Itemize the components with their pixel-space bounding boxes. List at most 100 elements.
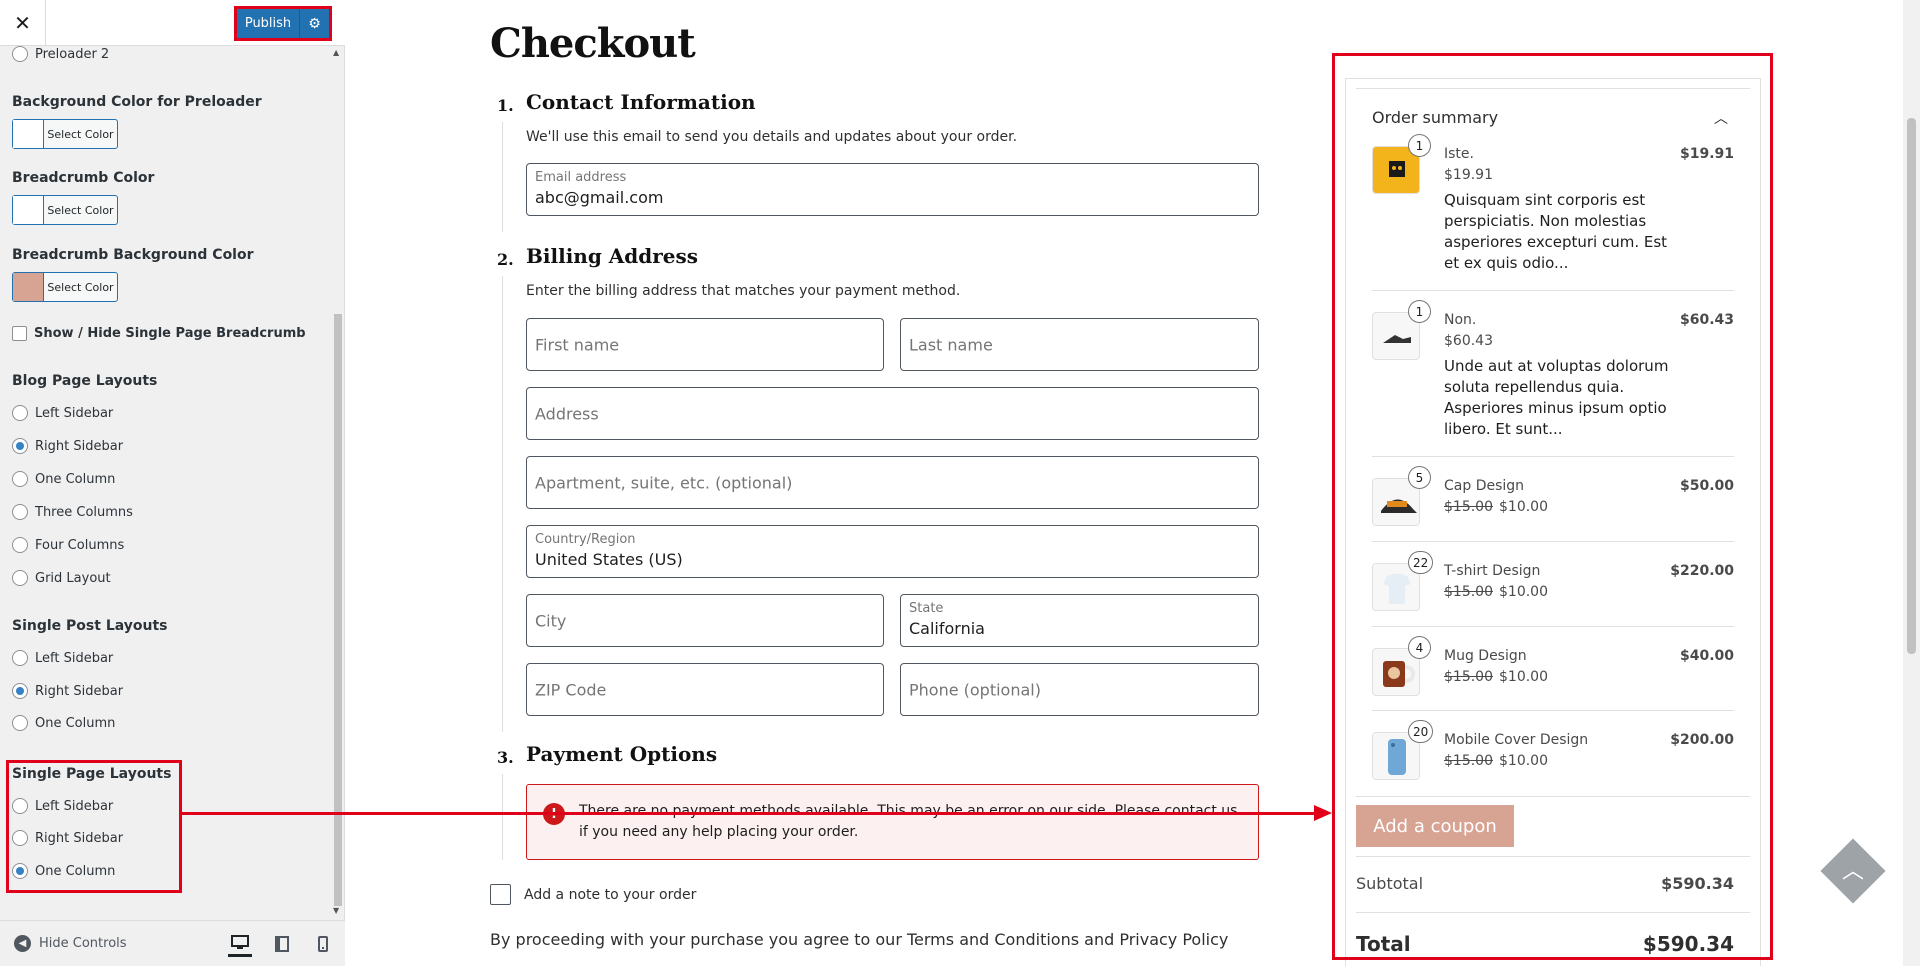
email-field[interactable]: Email address abc@gmail.com (526, 163, 1259, 216)
step-line (502, 276, 503, 732)
publish-group: Publish ⚙ (234, 6, 332, 41)
terms-text: By proceeding with your purchase you agr… (490, 930, 1229, 949)
layout-option[interactable]: One Column (12, 471, 115, 487)
radio-label: Right Sidebar (35, 683, 124, 699)
country-select[interactable]: Country/Region United States (US) (526, 525, 1259, 578)
annotation-arrow (182, 812, 1318, 815)
radio-button[interactable] (12, 405, 28, 421)
customizer-sidebar: ✕ Publish ⚙ Preloader 2 Background Color… (0, 0, 345, 966)
checkbox-label: Show / Hide Single Page Breadcrumb (34, 326, 306, 341)
scroll-up-arrow[interactable]: ▲ (333, 48, 339, 57)
country-value: United States (US) (535, 550, 683, 569)
radio-label: Grid Layout (35, 570, 111, 586)
apartment-placeholder: Apartment, suite, etc. (optional) (535, 473, 793, 492)
blog-layouts-title: Blog Page Layouts (12, 373, 158, 389)
post-layouts-title: Single Post Layouts (12, 618, 168, 634)
step-number: 3. (497, 748, 514, 767)
chevron-up-icon[interactable]: ︿ (1840, 856, 1866, 884)
device-mobile-button[interactable] (311, 931, 335, 957)
collapse-icon: ◀ (14, 935, 31, 952)
layout-option[interactable]: Right Sidebar (12, 438, 123, 454)
sidebar-scrollbar-thumb[interactable] (334, 314, 342, 906)
address-field[interactable]: Address (526, 387, 1259, 440)
highlight-order-summary (1332, 53, 1773, 960)
layout-option[interactable]: Left Sidebar (12, 650, 113, 666)
bg-preloader-title: Background Color for Preloader (12, 94, 262, 110)
radio-button[interactable] (12, 504, 28, 520)
device-tablet-button[interactable] (270, 931, 294, 957)
zip-field[interactable]: ZIP Code (526, 663, 884, 716)
page-scrollbar-thumb[interactable] (1907, 118, 1916, 654)
breadcrumb-bg-title: Breadcrumb Background Color (12, 247, 254, 263)
step-number: 2. (497, 250, 514, 269)
city-field[interactable]: City (526, 594, 884, 647)
page-title: Checkout (490, 20, 696, 67)
radio-preloader-2[interactable] (12, 46, 28, 62)
radio-label: Four Columns (35, 537, 125, 553)
radio-label: Left Sidebar (35, 650, 114, 666)
radio-label: Left Sidebar (35, 405, 114, 421)
email-label: Email address (535, 170, 627, 185)
radio-button[interactable] (12, 650, 28, 666)
address-placeholder: Address (535, 404, 599, 423)
first-name-field[interactable]: First name (526, 318, 884, 371)
select-color-label: Select Color (47, 127, 114, 141)
layout-option[interactable]: Right Sidebar (12, 683, 123, 699)
radio-label: Three Columns (35, 504, 133, 520)
contact-title: Contact Information (526, 90, 756, 114)
breadcrumb-bg-color-button[interactable]: Select Color (12, 272, 118, 302)
zip-placeholder: ZIP Code (535, 680, 607, 699)
phone-field[interactable]: Phone (optional) (900, 663, 1259, 716)
breadcrumb-color-button[interactable]: Select Color (12, 195, 118, 225)
radio-button[interactable] (12, 471, 28, 487)
order-note-checkbox[interactable] (490, 884, 511, 905)
billing-title: Billing Address (526, 244, 699, 268)
scroll-down-arrow[interactable]: ▼ (333, 906, 339, 915)
hide-controls-button[interactable]: ◀ Hide Controls (14, 935, 127, 952)
publish-button[interactable]: Publish (237, 9, 299, 38)
layout-option[interactable]: Left Sidebar (12, 405, 113, 421)
payment-error-text: There are no payment methods available. … (579, 803, 1238, 840)
last-name-placeholder: Last name (909, 335, 993, 354)
show-hide-breadcrumb[interactable]: Show / Hide Single Page Breadcrumb (12, 326, 306, 341)
select-color-label: Select Color (47, 280, 114, 294)
radio-button[interactable] (12, 715, 28, 731)
preloader-option[interactable]: Preloader 2 (12, 46, 109, 62)
radio-button[interactable] (12, 683, 28, 699)
device-desktop-button[interactable] (228, 931, 252, 957)
layout-option[interactable]: One Column (12, 715, 115, 731)
layout-option[interactable]: Grid Layout (12, 570, 111, 586)
color-swatch (13, 120, 44, 148)
state-label: State (909, 601, 944, 616)
first-name-placeholder: First name (535, 335, 620, 354)
step-line (502, 774, 503, 860)
radio-label: One Column (35, 715, 116, 731)
gear-icon: ⚙ (308, 15, 321, 32)
apartment-field[interactable]: Apartment, suite, etc. (optional) (526, 456, 1259, 509)
last-name-field[interactable]: Last name (900, 318, 1259, 371)
show-hide-breadcrumb-checkbox[interactable] (12, 326, 27, 341)
publish-settings-button[interactable]: ⚙ (299, 9, 329, 38)
order-note-option[interactable]: Add a note to your order (490, 884, 696, 905)
color-swatch (13, 273, 44, 301)
radio-label: One Column (35, 471, 116, 487)
radio-button[interactable] (12, 537, 28, 553)
radio-button[interactable] (12, 570, 28, 586)
close-customizer-button[interactable]: ✕ (0, 0, 46, 46)
tablet-icon (275, 936, 289, 952)
billing-desc: Enter the billing address that matches y… (526, 283, 961, 299)
radio-button[interactable] (12, 438, 28, 454)
layout-option[interactable]: Three Columns (12, 504, 133, 520)
highlight-single-page-layouts (6, 760, 182, 893)
radio-label: Preloader 2 (35, 46, 110, 62)
state-select[interactable]: State California (900, 594, 1259, 647)
select-color-label: Select Color (47, 203, 114, 217)
layout-option[interactable]: Four Columns (12, 537, 124, 553)
country-label: Country/Region (535, 532, 636, 547)
bg-preloader-color-button[interactable]: Select Color (12, 119, 118, 149)
payment-title: Payment Options (526, 742, 718, 766)
email-value: abc@gmail.com (535, 188, 664, 207)
customizer-header: ✕ Publish ⚙ (0, 0, 345, 46)
customizer-footer: ◀ Hide Controls (0, 920, 345, 966)
state-value: California (909, 619, 985, 638)
